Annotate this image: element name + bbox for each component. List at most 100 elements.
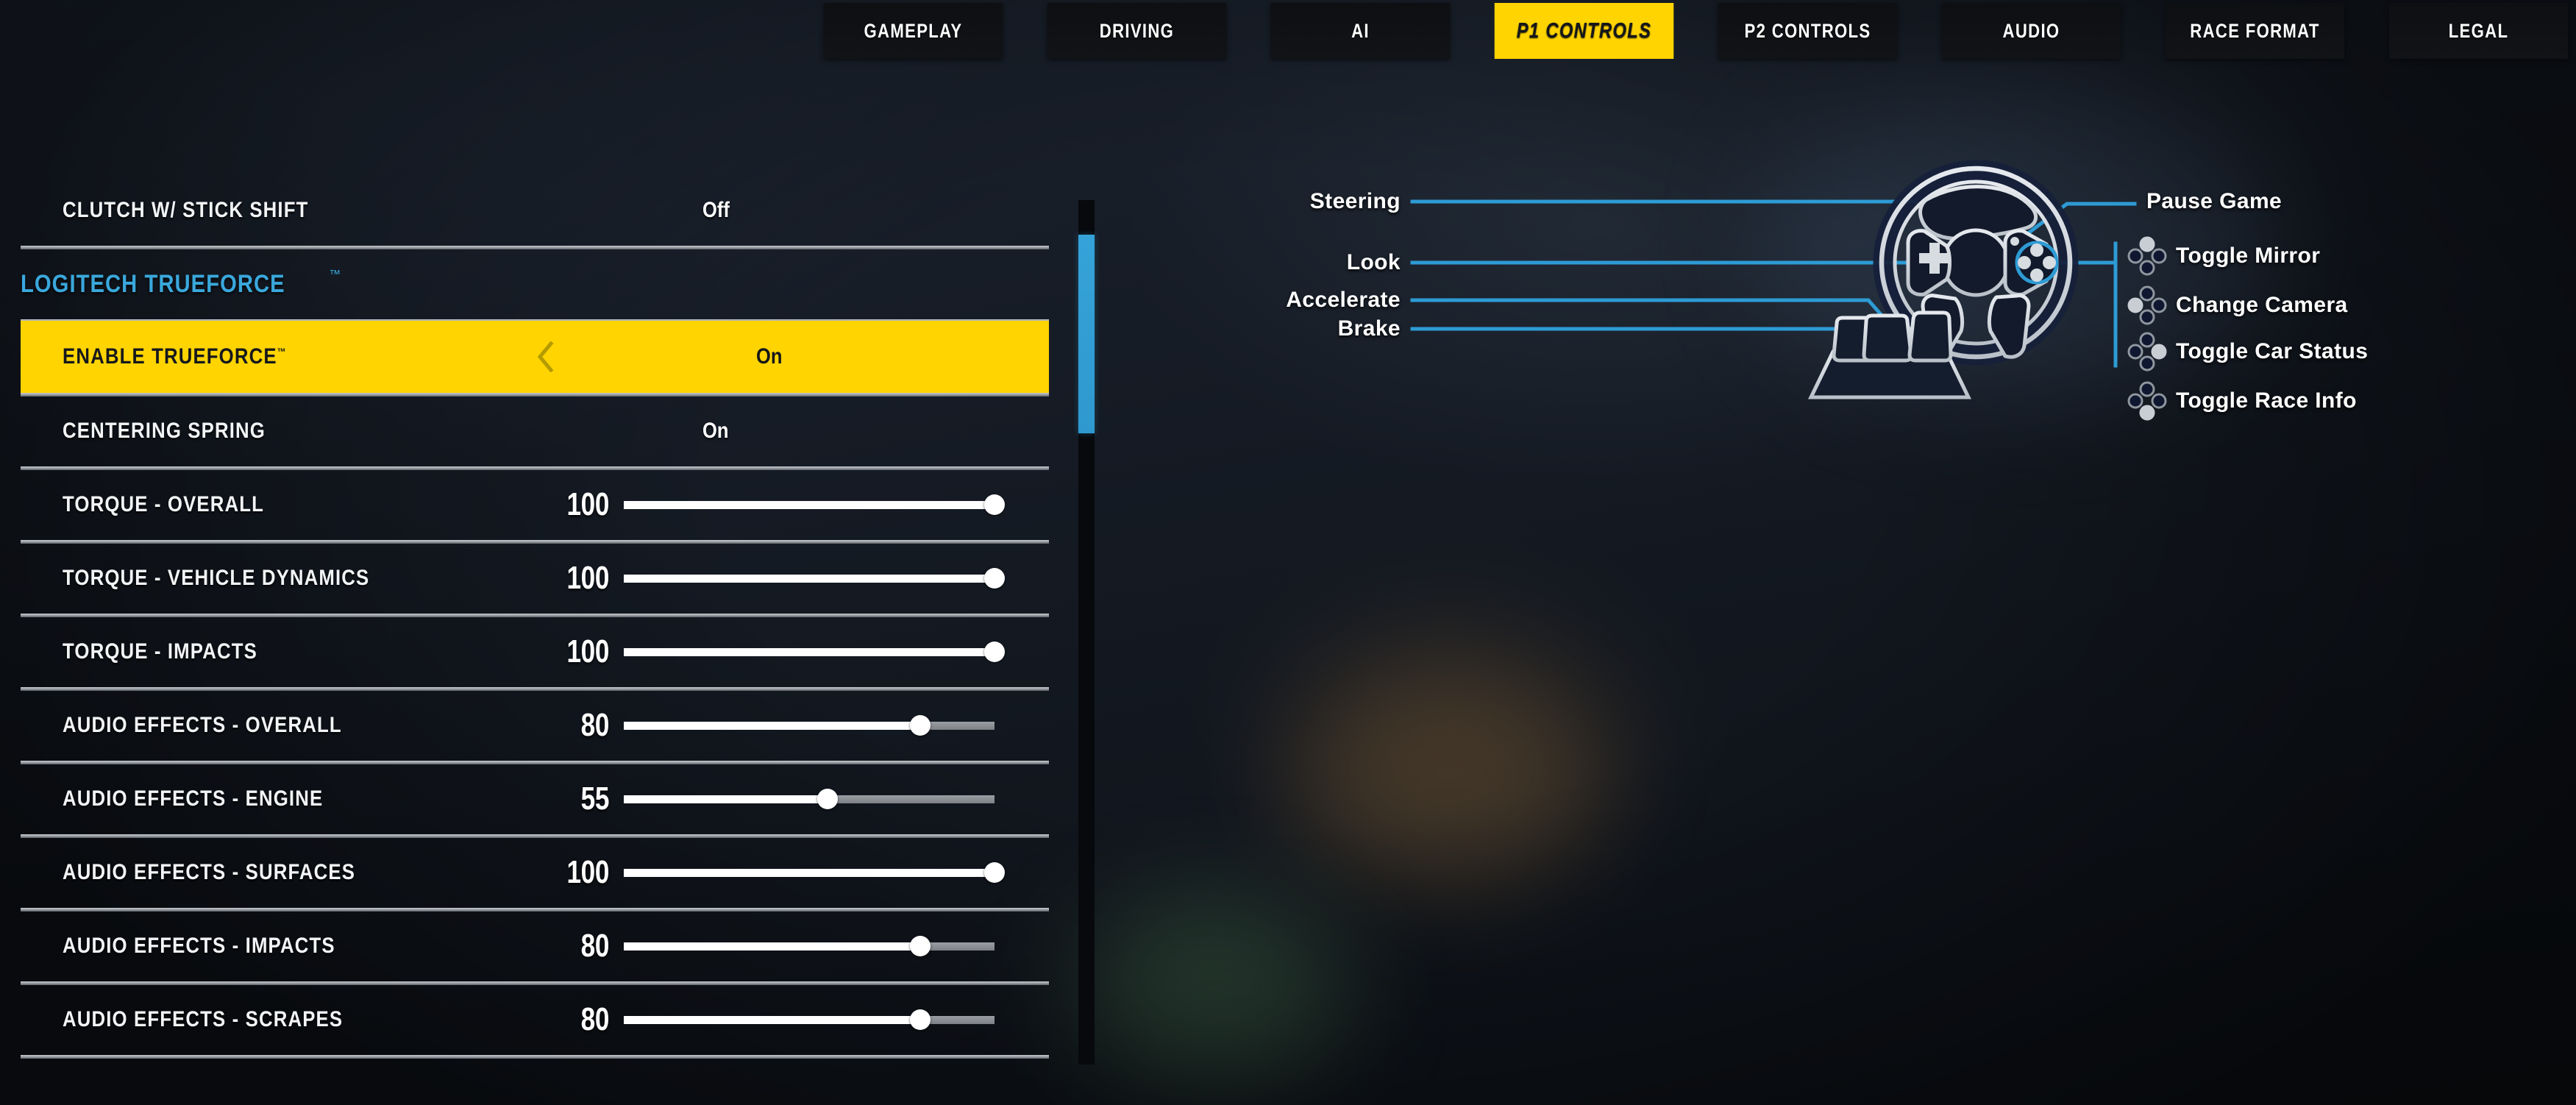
settings-row-torque-overall[interactable]: TORQUE - OVERALL 100 xyxy=(0,468,1081,541)
row-value: Off xyxy=(702,198,730,222)
slider-control[interactable] xyxy=(624,494,1005,515)
slider-control[interactable] xyxy=(624,715,995,736)
callout-label-toggle-race-info: Toggle Race Info xyxy=(2176,388,2357,413)
slider-control[interactable] xyxy=(624,1009,995,1030)
settings-scrollbar-track[interactable] xyxy=(1078,200,1095,1065)
row-label-text: TORQUE - VEHICLE DYNAMICS xyxy=(63,566,370,590)
slider-control[interactable] xyxy=(624,642,1005,662)
row-divider xyxy=(21,1055,1049,1059)
tab-gameplay[interactable]: GAMEPLAY xyxy=(823,3,1003,59)
settings-tab-bar: GAMEPLAY DRIVING AI P1 CONTROLS P2 CONTROLS A… xyxy=(804,3,2576,59)
wheel-center-hub xyxy=(1941,228,2010,297)
settings-scrollbar-thumb[interactable] xyxy=(1078,235,1095,434)
tab-driving[interactable]: DRIVING xyxy=(1047,3,1227,59)
slider-value: 100 xyxy=(566,854,609,890)
dpad-down-icon xyxy=(2127,381,2167,421)
slider-knob[interactable] xyxy=(910,715,931,736)
slider-knob[interactable] xyxy=(817,789,839,809)
tab-p1-controls[interactable]: P1 CONTROLS xyxy=(1494,3,1674,59)
settings-row-enable-trueforce[interactable]: ENABLE TRUEFORCE™ On xyxy=(21,321,1049,393)
tab-audio[interactable]: AUDIO xyxy=(1941,3,2121,59)
slider-value: 100 xyxy=(566,633,609,669)
settings-row-audio-effects-surfaces[interactable]: AUDIO EFFECTS - SURFACES 100 xyxy=(0,836,1081,909)
settings-row-clutch-w-stick-shift[interactable]: CLUTCH W/ STICK SHIFT Off xyxy=(0,174,1081,247)
row-label-text: CLUTCH W/ STICK SHIFT xyxy=(63,198,309,222)
slider-control[interactable] xyxy=(624,862,1005,883)
slider-value: 100 xyxy=(566,560,609,596)
dpad-left-icon xyxy=(2127,285,2167,325)
trademark-symbol: ™ xyxy=(277,346,286,358)
slider-knob[interactable] xyxy=(984,494,1005,515)
row-label: AUDIO EFFECTS - ENGINE xyxy=(63,786,581,811)
callout-label-pause-game: Pause Game xyxy=(2146,189,2283,213)
row-label: AUDIO EFFECTS - SURFACES xyxy=(63,860,581,885)
pedal-accelerate xyxy=(1907,310,1953,363)
settings-row-torque-vehicle-dynamics[interactable]: TORQUE - VEHICLE DYNAMICS 100 xyxy=(0,541,1081,615)
dpad-right-icon xyxy=(2127,332,2167,372)
settings-row-audio-effects-overall[interactable]: AUDIO EFFECTS - OVERALL 80 xyxy=(0,689,1081,762)
slider-value: 80 xyxy=(580,1001,610,1037)
slider-value: 100 xyxy=(566,486,609,522)
row-label: TORQUE - OVERALL xyxy=(63,492,581,517)
pedal-brake xyxy=(1862,313,1913,363)
section-header-label: LOGITECH TRUEFORCE xyxy=(21,269,285,298)
trademark-symbol: ™ xyxy=(329,269,341,281)
tab-legal[interactable]: LEGAL xyxy=(2388,3,2569,59)
callout-label-accelerate: Accelerate xyxy=(1286,288,1401,312)
slider-control[interactable] xyxy=(624,789,995,809)
row-label-text: AUDIO EFFECTS - IMPACTS xyxy=(63,934,335,958)
settings-screen: GAMEPLAY DRIVING AI P1 CONTROLS P2 CONTROLS A… xyxy=(0,0,2576,1105)
chevron-left-icon[interactable] xyxy=(536,341,555,372)
tab-p2-controls[interactable]: P2 CONTROLS xyxy=(1718,3,1898,59)
tab-ai[interactable]: AI xyxy=(1270,3,1451,59)
tab-race-format[interactable]: RACE FORMAT xyxy=(2165,3,2345,59)
callout-label-look: Look xyxy=(1346,250,1401,274)
slider-value: 80 xyxy=(580,928,610,964)
wheel-dpad-left xyxy=(2018,256,2031,269)
row-label-text: AUDIO EFFECTS - SCRAPES xyxy=(63,1007,344,1031)
slider-knob[interactable] xyxy=(984,642,1005,662)
callout-label-steering: Steering xyxy=(1309,189,1401,213)
row-label: ENABLE TRUEFORCE™ xyxy=(63,344,581,369)
controller-diagram: Steering Look Accelerate Brake Pause Gam… xyxy=(1103,0,2576,1105)
wheel-dpad-right xyxy=(2043,256,2056,269)
slider-control[interactable] xyxy=(624,568,1005,589)
row-label-text: AUDIO EFFECTS - OVERALL xyxy=(63,713,342,737)
section-header-logitech-trueforce: LOGITECH TRUEFORCE ™ xyxy=(0,247,1028,321)
slider-knob[interactable] xyxy=(984,862,1005,883)
pedals-graphic xyxy=(1808,310,1971,399)
settings-row-centering-spring[interactable]: CENTERING SPRING On xyxy=(0,394,1081,468)
callout-label-brake: Brake xyxy=(1337,316,1401,341)
slider-fill xyxy=(624,795,828,803)
row-value: On xyxy=(702,419,729,443)
settings-list: CLUTCH W/ STICK SHIFT Off LOGITECH TRUEFOR… xyxy=(0,174,1081,1101)
settings-row-audio-effects-scrapes[interactable]: AUDIO EFFECTS - SCRAPES 80 xyxy=(0,983,1081,1056)
controller-diagram-graphic xyxy=(1410,160,2137,399)
callout-label-change-camera: Change Camera xyxy=(2176,293,2348,317)
slider-fill xyxy=(624,869,995,877)
wheel-dpad-down xyxy=(2030,269,2043,282)
row-label-text: TORQUE - IMPACTS xyxy=(63,639,257,664)
row-label: AUDIO EFFECTS - SCRAPES xyxy=(63,1007,581,1032)
row-label: TORQUE - IMPACTS xyxy=(63,639,581,664)
row-label: CLUTCH W/ STICK SHIFT xyxy=(63,198,581,223)
settings-row-audio-effects-engine[interactable]: AUDIO EFFECTS - ENGINE 55 xyxy=(0,762,1081,836)
row-value: On xyxy=(756,344,783,369)
dpad-up-icon xyxy=(2127,236,2167,276)
slider-knob[interactable] xyxy=(910,1009,931,1030)
row-label: AUDIO EFFECTS - IMPACTS xyxy=(63,934,581,959)
settings-row-audio-effects-impacts[interactable]: AUDIO EFFECTS - IMPACTS 80 xyxy=(0,909,1081,983)
slider-knob[interactable] xyxy=(910,936,931,956)
slider-fill xyxy=(624,575,995,583)
row-label-text: ENABLE TRUEFORCE xyxy=(63,344,277,369)
slider-fill xyxy=(624,648,995,656)
row-label: CENTERING SPRING xyxy=(63,419,581,444)
slider-fill xyxy=(624,501,995,509)
row-label-text: AUDIO EFFECTS - ENGINE xyxy=(63,786,324,811)
slider-control[interactable] xyxy=(624,936,995,956)
row-label: AUDIO EFFECTS - OVERALL xyxy=(63,713,581,738)
callout-label-toggle-mirror: Toggle Mirror xyxy=(2176,244,2321,268)
wheel-pause-button xyxy=(2010,237,2019,246)
settings-row-torque-impacts[interactable]: TORQUE - IMPACTS 100 xyxy=(0,615,1081,689)
slider-knob[interactable] xyxy=(984,568,1005,589)
